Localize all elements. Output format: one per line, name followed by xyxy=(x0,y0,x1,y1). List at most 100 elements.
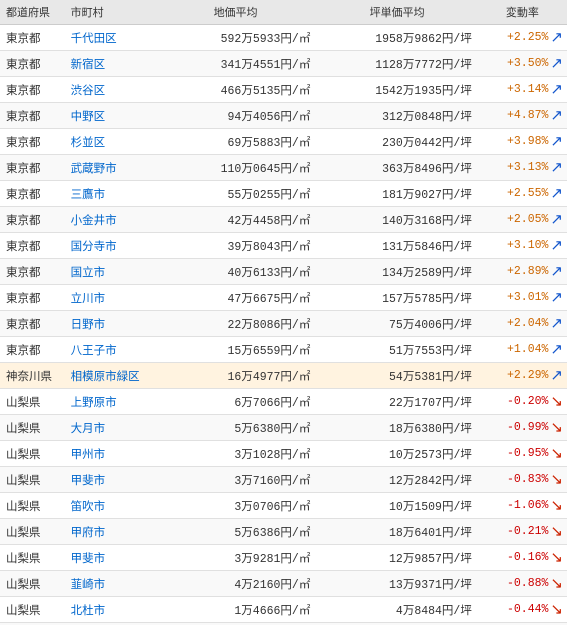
city-link[interactable]: 武蔵野市 xyxy=(71,163,117,176)
tsubo-cell: 51万7553円/坪 xyxy=(316,337,478,363)
city-cell[interactable]: 新宿区 xyxy=(65,51,155,77)
change-cell: -0.99% ↘ xyxy=(478,415,567,441)
price-cell: 42万4458円/㎡ xyxy=(155,207,317,233)
change-cell: -0.95% ↘ xyxy=(478,441,567,467)
change-value: +2.05% xyxy=(507,213,548,226)
city-link[interactable]: 三鷹市 xyxy=(71,189,106,202)
trend-up-icon: ↗ xyxy=(550,158,563,177)
change-cell: +2.04% ↗ xyxy=(478,311,567,337)
tsubo-cell: 230万0442円/坪 xyxy=(316,129,478,155)
city-cell[interactable]: 武蔵野市 xyxy=(65,155,155,181)
change-cell: +2.25% ↗ xyxy=(478,25,567,51)
trend-down-icon: ↘ xyxy=(550,574,563,593)
change-value: -0.44% xyxy=(507,603,548,616)
table-row: 山梨県 北杜市 1万4666円/㎡ 4万8484円/坪 -0.44% ↘ xyxy=(0,597,567,623)
change-value: +4.87% xyxy=(507,109,548,122)
pref-cell: 東京都 xyxy=(0,51,65,77)
city-cell[interactable]: 笛吹市 xyxy=(65,493,155,519)
table-row: 山梨県 甲斐市 3万7160円/㎡ 12万2842円/坪 -0.83% ↘ xyxy=(0,467,567,493)
city-cell[interactable]: 国立市 xyxy=(65,259,155,285)
city-cell[interactable]: 渋谷区 xyxy=(65,77,155,103)
change-value: -0.83% xyxy=(507,473,548,486)
tsubo-cell: 1542万1935円/坪 xyxy=(316,77,478,103)
city-link[interactable]: 大月市 xyxy=(71,423,106,436)
city-link[interactable]: 上野原市 xyxy=(71,397,117,410)
city-cell[interactable]: 甲州市 xyxy=(65,441,155,467)
city-cell[interactable]: 八王子市 xyxy=(65,337,155,363)
city-cell[interactable]: 日野市 xyxy=(65,311,155,337)
city-link[interactable]: 千代田区 xyxy=(71,33,117,46)
city-link[interactable]: 甲府市 xyxy=(71,527,106,540)
city-link[interactable]: 甲斐市 xyxy=(71,475,106,488)
city-cell[interactable]: 北杜市 xyxy=(65,597,155,623)
change-cell: +3.98% ↗ xyxy=(478,129,567,155)
city-cell[interactable]: 富士見町 xyxy=(65,623,155,625)
city-link[interactable]: 韮崎市 xyxy=(71,579,106,592)
tsubo-cell: 134万2589円/坪 xyxy=(316,259,478,285)
city-cell[interactable]: 上野原市 xyxy=(65,389,155,415)
city-link[interactable]: 渋谷区 xyxy=(71,85,106,98)
city-link[interactable]: 中野区 xyxy=(71,111,106,124)
tsubo-cell: 18万6401円/坪 xyxy=(316,519,478,545)
city-cell[interactable]: 立川市 xyxy=(65,285,155,311)
table-row: 山梨県 韮崎市 4万2160円/㎡ 13万9371円/坪 -0.88% ↘ xyxy=(0,571,567,597)
city-link[interactable]: 新宿区 xyxy=(71,59,106,72)
change-value: +3.13% xyxy=(507,161,548,174)
city-link[interactable]: 甲斐市 xyxy=(71,553,106,566)
tsubo-cell: 140万3168円/坪 xyxy=(316,207,478,233)
city-cell[interactable]: 千代田区 xyxy=(65,25,155,51)
table-row: 東京都 小金井市 42万4458円/㎡ 140万3168円/坪 +2.05% ↗ xyxy=(0,207,567,233)
change-cell: -1.91% ↘ xyxy=(478,623,567,625)
price-cell: 40万6133円/㎡ xyxy=(155,259,317,285)
city-link[interactable]: 国立市 xyxy=(71,267,106,280)
city-link[interactable]: 杉並区 xyxy=(71,137,106,150)
city-cell[interactable]: 小金井市 xyxy=(65,207,155,233)
tsubo-cell: 312万0848円/坪 xyxy=(316,103,478,129)
pref-cell: 山梨県 xyxy=(0,545,65,571)
trend-up-icon: ↗ xyxy=(550,288,563,307)
city-cell[interactable]: 甲斐市 xyxy=(65,545,155,571)
pref-cell: 東京都 xyxy=(0,337,65,363)
city-cell[interactable]: 国分寺市 xyxy=(65,233,155,259)
table-row: 山梨県 甲府市 5万6386円/㎡ 18万6401円/坪 -0.21% ↘ xyxy=(0,519,567,545)
city-link[interactable]: 国分寺市 xyxy=(71,241,117,254)
city-link[interactable]: 相模原市緑区 xyxy=(71,371,140,384)
city-cell[interactable]: 中野区 xyxy=(65,103,155,129)
city-cell[interactable]: 甲府市 xyxy=(65,519,155,545)
city-link[interactable]: 日野市 xyxy=(71,319,106,332)
change-value: +2.29% xyxy=(507,369,548,382)
change-cell: +3.14% ↗ xyxy=(478,77,567,103)
city-cell[interactable]: 甲斐市 xyxy=(65,467,155,493)
pref-cell: 山梨県 xyxy=(0,467,65,493)
tsubo-cell: 181万9027円/坪 xyxy=(316,181,478,207)
tsubo-cell: 10万1509円/坪 xyxy=(316,493,478,519)
price-cell: 69万5883円/㎡ xyxy=(155,129,317,155)
city-cell[interactable]: 杉並区 xyxy=(65,129,155,155)
table-row: 長野県 富士見町 2万1900円/㎡ 7万2396円/坪 -1.91% ↘ xyxy=(0,623,567,625)
city-link[interactable]: 八王子市 xyxy=(71,345,117,358)
city-link[interactable]: 立川市 xyxy=(71,293,106,306)
price-cell: 3万7160円/㎡ xyxy=(155,467,317,493)
trend-down-icon: ↘ xyxy=(550,522,563,541)
price-cell: 3万9281円/㎡ xyxy=(155,545,317,571)
city-cell[interactable]: 三鷹市 xyxy=(65,181,155,207)
pref-cell: 山梨県 xyxy=(0,571,65,597)
header-tsubo: 坪単価平均 xyxy=(316,0,478,25)
city-link[interactable]: 甲州市 xyxy=(71,449,106,462)
city-link[interactable]: 笛吹市 xyxy=(71,501,106,514)
trend-up-icon: ↗ xyxy=(550,236,563,255)
change-value: -0.88% xyxy=(507,577,548,590)
table-row: 東京都 杉並区 69万5883円/㎡ 230万0442円/坪 +3.98% ↗ xyxy=(0,129,567,155)
city-link[interactable]: 小金井市 xyxy=(71,215,117,228)
trend-down-icon: ↘ xyxy=(550,600,563,619)
pref-cell: 東京都 xyxy=(0,129,65,155)
city-cell[interactable]: 相模原市緑区 xyxy=(65,363,155,389)
price-cell: 5万6386円/㎡ xyxy=(155,519,317,545)
city-link[interactable]: 北杜市 xyxy=(71,605,106,618)
change-value: +2.04% xyxy=(507,317,548,330)
city-cell[interactable]: 大月市 xyxy=(65,415,155,441)
tsubo-cell: 10万2573円/坪 xyxy=(316,441,478,467)
trend-up-icon: ↗ xyxy=(550,132,563,151)
table-row: 東京都 三鷹市 55万0255円/㎡ 181万9027円/坪 +2.55% ↗ xyxy=(0,181,567,207)
city-cell[interactable]: 韮崎市 xyxy=(65,571,155,597)
